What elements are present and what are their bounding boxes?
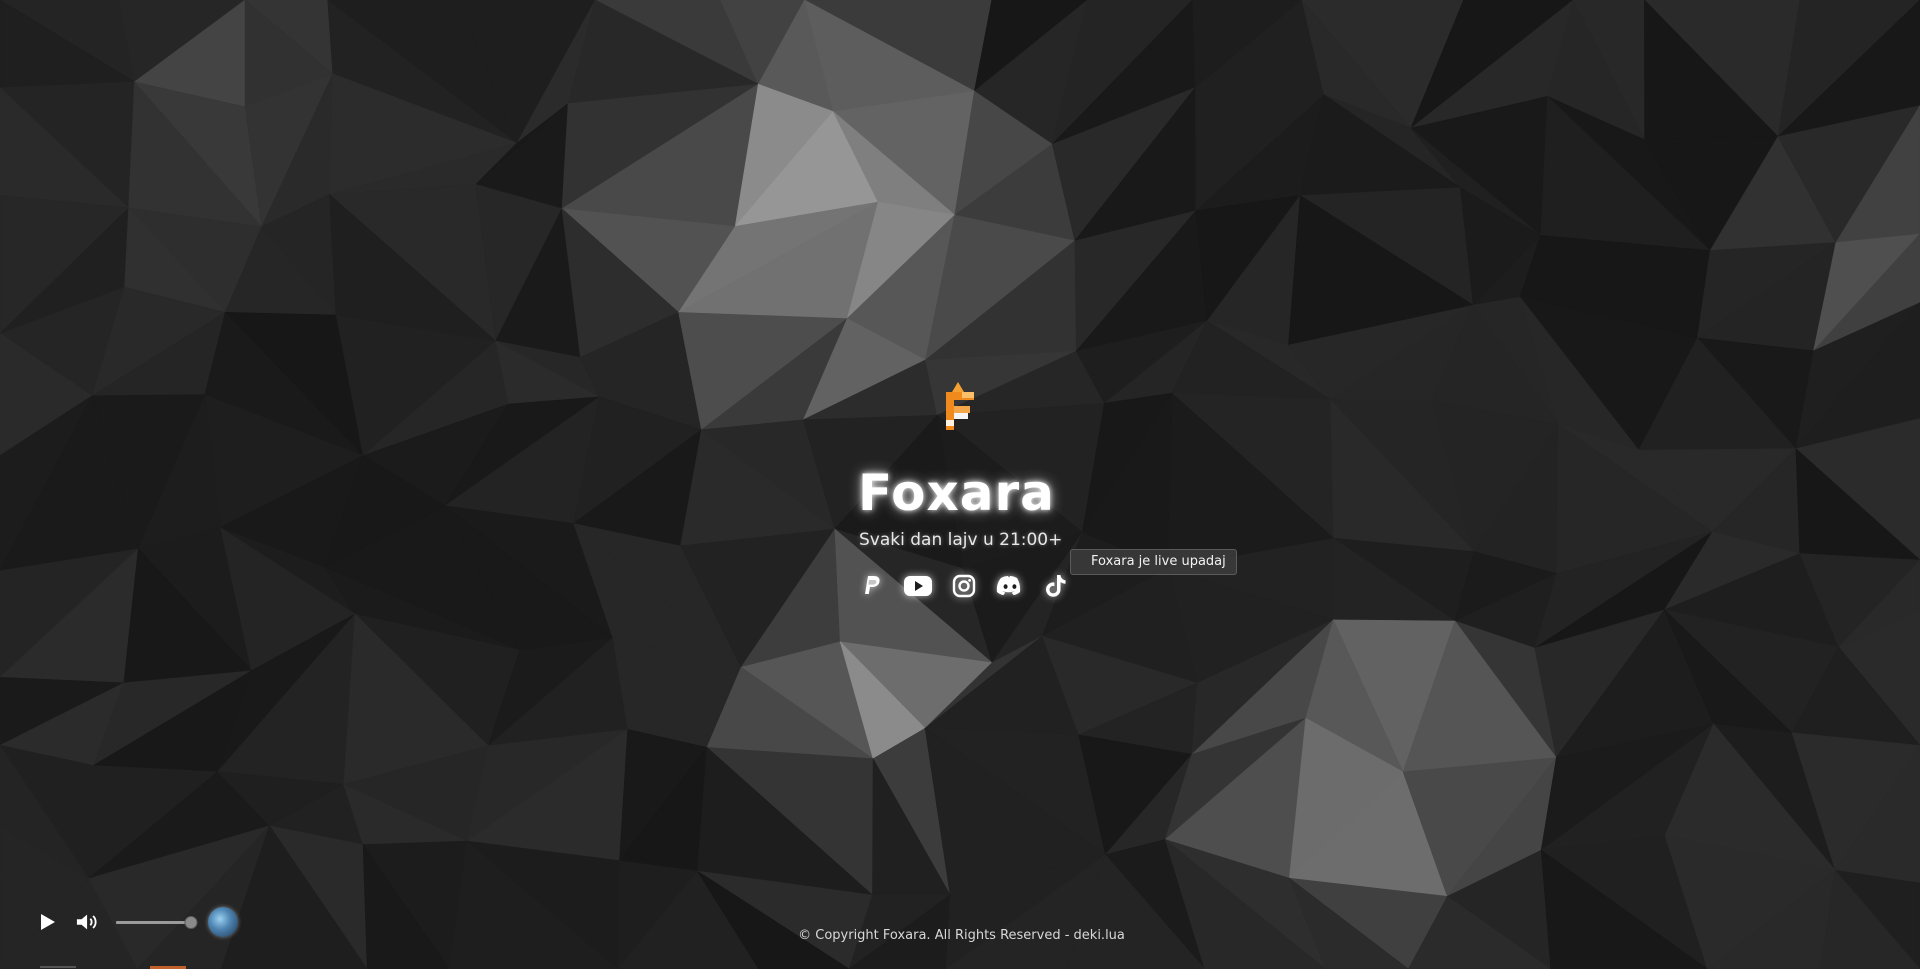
bottom-edge-marks <box>40 966 186 969</box>
live-status-badge[interactable]: Foxara je live upadaj <box>1070 549 1237 575</box>
social-links <box>858 572 1070 600</box>
youtube-icon[interactable] <box>904 572 932 600</box>
instagram-icon[interactable] <box>950 572 978 600</box>
site-title: Foxara <box>858 464 1055 522</box>
tiktok-icon[interactable] <box>1042 572 1070 600</box>
paypal-icon[interactable] <box>858 572 886 600</box>
footer-copyright: © Copyright Foxara. All Rights Reserved … <box>798 928 1125 943</box>
volume-slider[interactable] <box>116 915 198 929</box>
discord-icon[interactable] <box>996 572 1024 600</box>
fox-logo <box>940 380 980 436</box>
site-subtitle: Svaki dan lajv u 21:00+ <box>859 530 1063 550</box>
